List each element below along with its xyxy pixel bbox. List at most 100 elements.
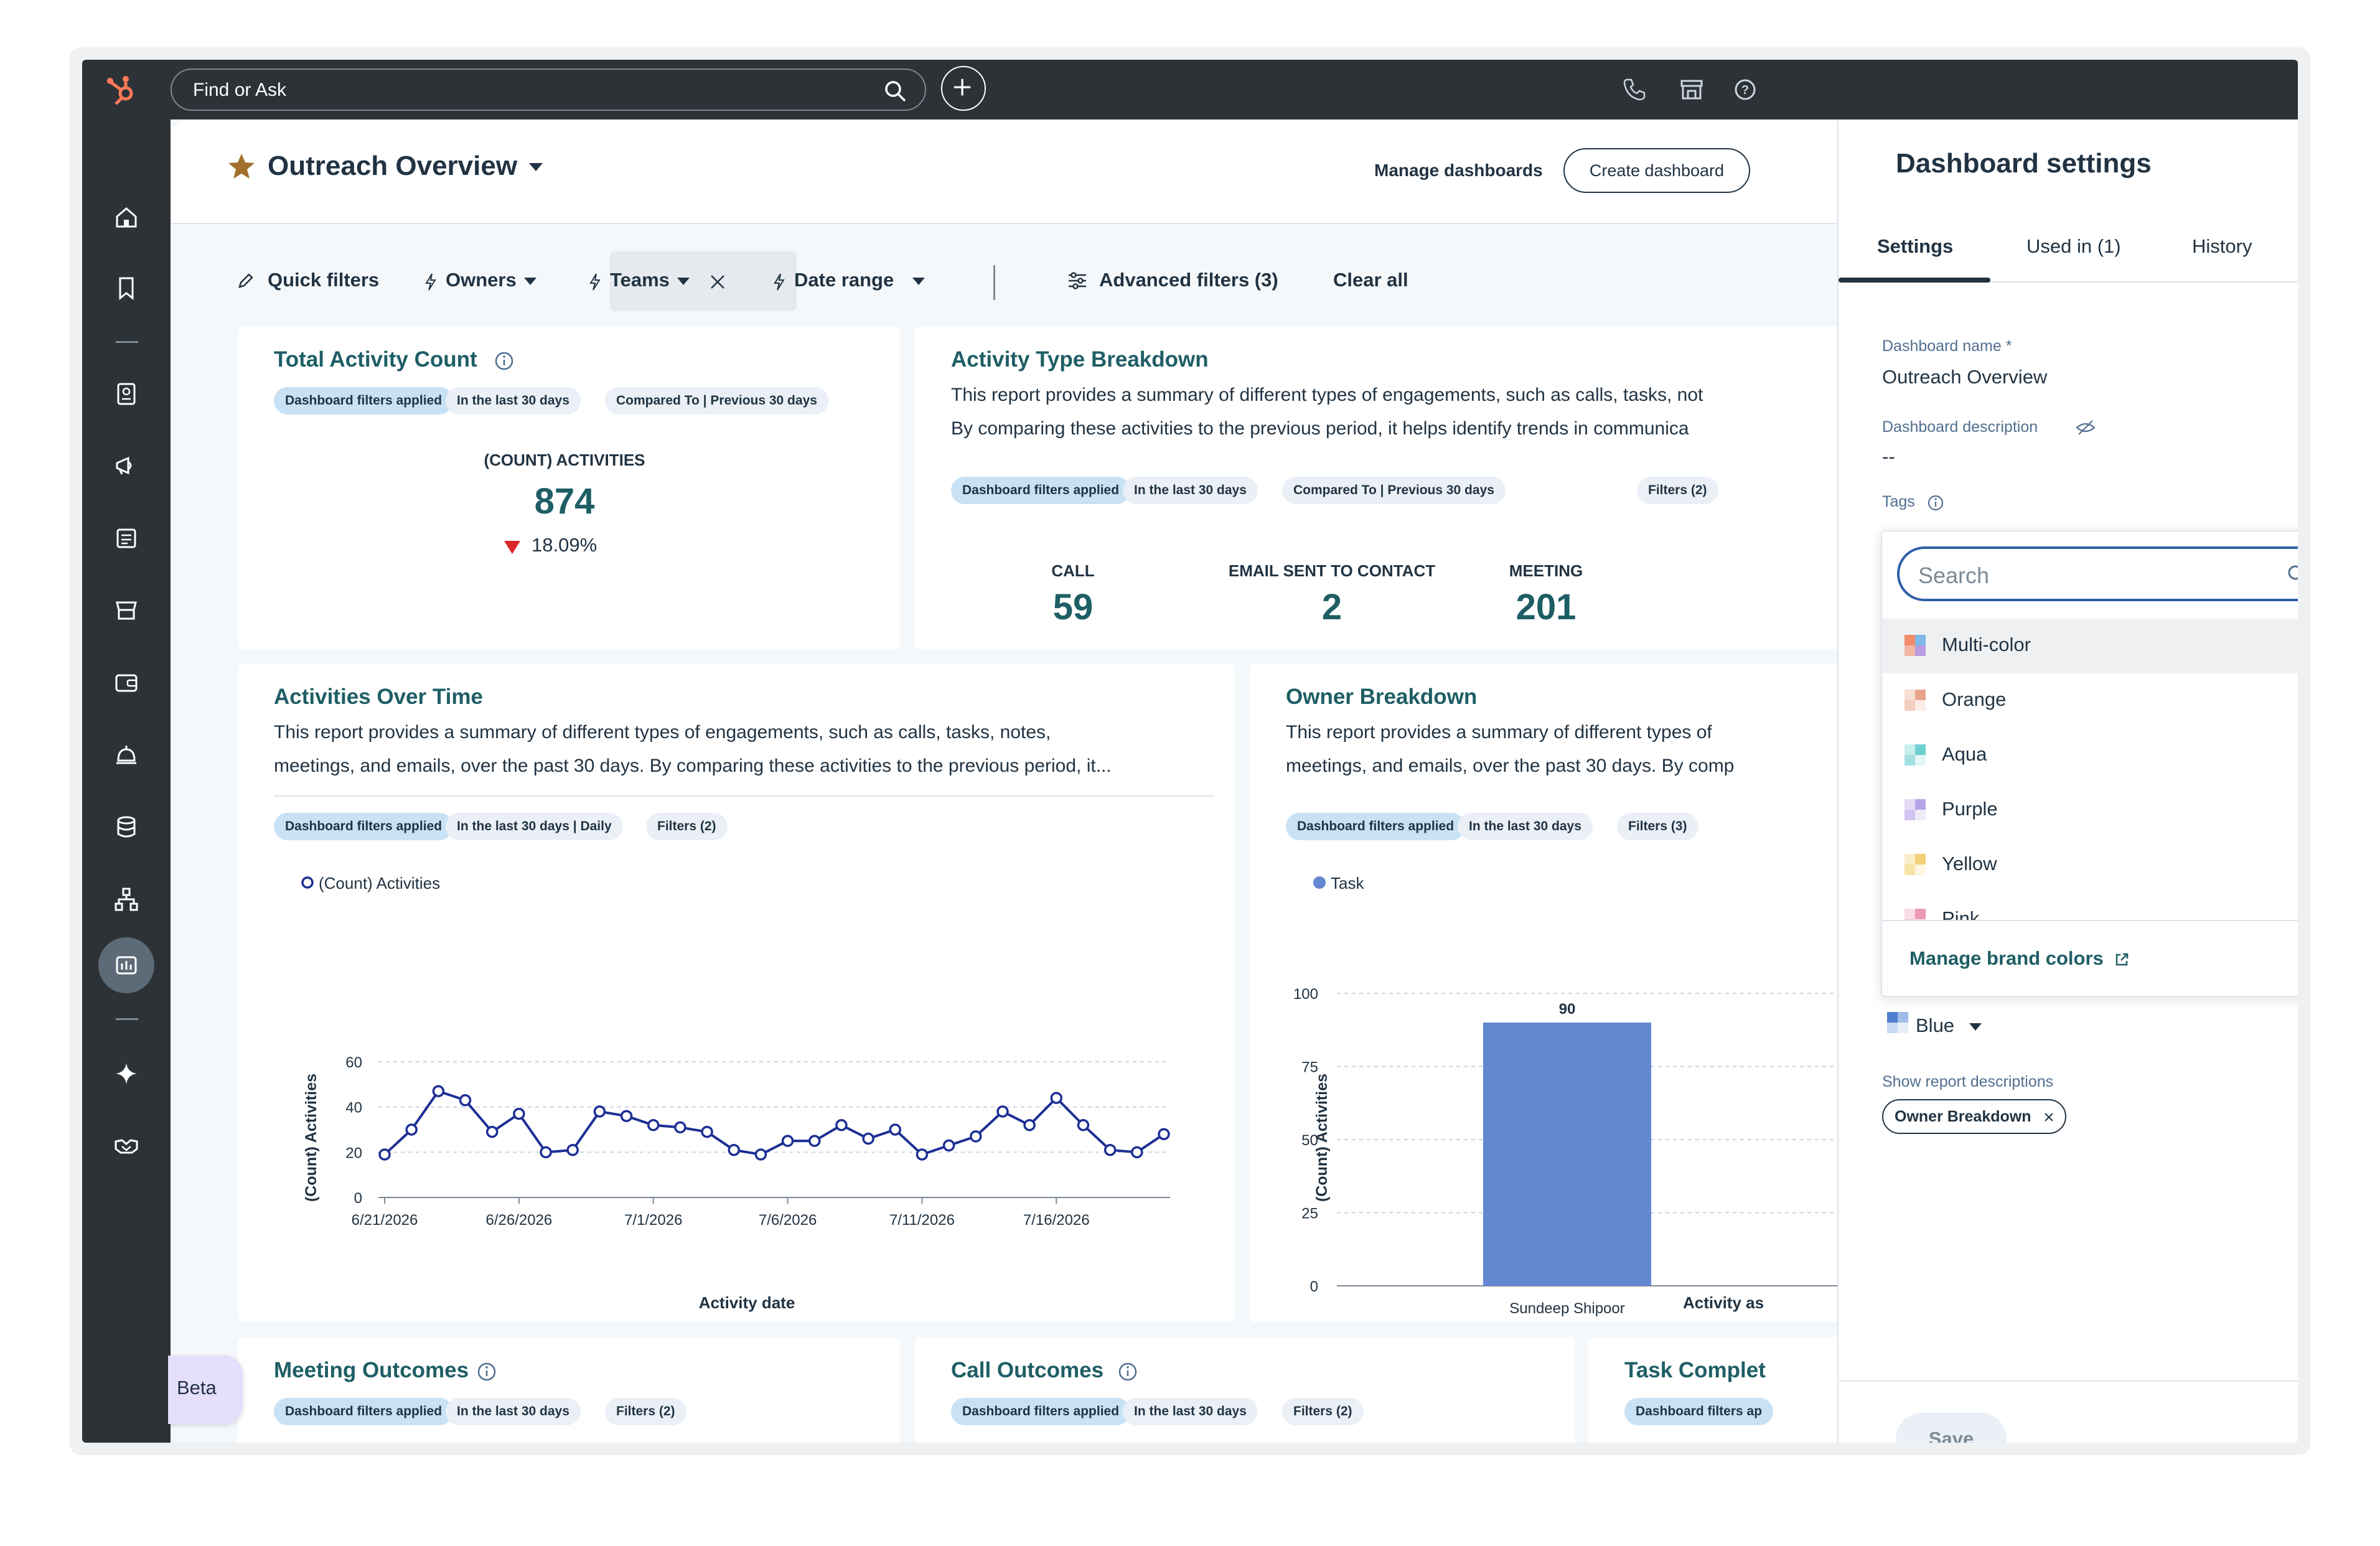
search-icon (885, 81, 906, 101)
filter-pill: In the last 30 days (446, 1398, 581, 1425)
sliders-icon (1069, 272, 1086, 289)
data-point (378, 1148, 391, 1161)
quick-filters-label[interactable]: Quick filters (268, 269, 379, 291)
search-icon (2288, 565, 2298, 580)
create-dashboard-button[interactable]: Create dashboard (1563, 148, 1750, 193)
pink-swatch-icon (1904, 909, 1926, 920)
manage-brand-colors-link[interactable]: Manage brand colors (1909, 947, 2130, 970)
dropdown-option-purple[interactable]: Purple (1882, 783, 2298, 838)
data-point (701, 1125, 713, 1138)
global-search-input[interactable]: Find or Ask (171, 68, 926, 111)
create-button[interactable] (941, 66, 986, 111)
info-icon[interactable] (494, 351, 514, 371)
owners-filter[interactable]: Owners (446, 269, 517, 291)
data-point (996, 1105, 1009, 1118)
card-title[interactable]: Total Activity Count (274, 347, 477, 372)
partner-handshake-icon[interactable] (112, 1131, 141, 1160)
color-theme-dropdown: Search Multi-color Orange Aqua Purple Ye… (1881, 530, 2298, 997)
teams-filter[interactable]: Teams (610, 269, 670, 291)
info-icon[interactable] (1927, 494, 1944, 512)
task-completion-card: Task Complet Dashboard filters ap (1588, 1337, 1850, 1443)
data-point (916, 1148, 929, 1161)
tab-history[interactable]: History (2192, 235, 2252, 258)
help-icon[interactable]: ? (1731, 76, 1759, 103)
dropdown-option-orange[interactable]: Orange (1882, 673, 2298, 728)
card-title[interactable]: Meeting Outcomes (274, 1358, 469, 1383)
favorite-star-icon[interactable] (227, 152, 256, 182)
x-tick-label: 7/1/2026 (624, 1212, 682, 1229)
data-icon[interactable] (112, 813, 141, 841)
dashboard-description-label: Dashboard description (1882, 418, 2038, 436)
dropdown-search-input[interactable]: Search (1897, 546, 2298, 601)
card-title[interactable]: Activity Type Breakdown (951, 347, 1209, 372)
link-label: Manage brand colors (1909, 947, 2104, 969)
marketplace-icon[interactable] (1678, 76, 1705, 103)
tab-settings[interactable]: Settings (1877, 235, 1953, 258)
panel-title: Dashboard settings (1896, 148, 2152, 179)
advanced-filters-button[interactable]: Advanced filters (3) (1099, 269, 1278, 291)
bar (1483, 1023, 1651, 1286)
active-tab-indicator (1839, 278, 1990, 283)
automation-icon[interactable] (112, 885, 141, 914)
data-point (620, 1110, 633, 1122)
option-label: Pink (1942, 907, 1980, 920)
content-icon[interactable] (112, 524, 141, 553)
contacts-icon[interactable] (112, 380, 141, 408)
home-icon[interactable] (112, 203, 141, 232)
dropdown-divider (1882, 920, 2298, 921)
data-point (540, 1146, 552, 1159)
hubspot-logo-icon[interactable] (105, 72, 139, 107)
app-window: Find or Ask ? Outreach Overview Manage d… (82, 60, 2298, 1443)
remove-chip-icon[interactable] (2044, 1112, 2054, 1122)
dropdown-option-yellow[interactable]: Yellow (1882, 838, 2298, 892)
clear-teams-close-icon[interactable] (708, 273, 727, 291)
info-icon[interactable] (477, 1362, 497, 1382)
footer-divider (1839, 1380, 2298, 1382)
dropdown-option-multi-color[interactable]: Multi-color (1882, 619, 2298, 673)
filter-pill: In the last 30 days (446, 387, 581, 415)
filter-pill: Compared To | Previous 30 days (1282, 477, 1506, 504)
dashboard-name-field[interactable]: Outreach Overview (1882, 366, 2047, 388)
owner-breakdown-chip[interactable]: Owner Breakdown (1882, 1099, 2066, 1134)
info-icon[interactable] (1118, 1362, 1138, 1382)
metric-label: MEETING (1509, 561, 1583, 580)
filter-pill: Filters (2) (1282, 1398, 1364, 1425)
data-point (566, 1143, 579, 1156)
filter-pill: Compared To | Previous 30 days (605, 387, 828, 415)
activities-over-time-card: Activities Over Time This report provide… (238, 663, 1235, 1322)
dashboard-description-field[interactable]: -- (1882, 446, 1895, 468)
date-range-filter[interactable]: Date range (794, 269, 894, 291)
card-title[interactable]: Task Complet (1624, 1358, 1766, 1383)
wallet-icon[interactable] (112, 668, 141, 697)
data-point (835, 1118, 848, 1131)
sparkle-ai-icon[interactable] (112, 1059, 141, 1088)
search-placeholder: Search (1918, 563, 1990, 588)
dashboard-title[interactable]: Outreach Overview (268, 151, 517, 182)
color-theme-select[interactable]: Blue (1916, 1014, 1954, 1037)
meeting-outcomes-card: Meeting Outcomes Dashboard filters appli… (238, 1337, 900, 1443)
data-point (1023, 1118, 1036, 1131)
marketing-icon[interactable] (112, 452, 141, 480)
beta-badge[interactable]: Beta (168, 1356, 243, 1424)
x-axis-label: Activity date (699, 1293, 795, 1312)
dropdown-option-aqua[interactable]: Aqua (1882, 728, 2298, 783)
reports-icon[interactable] (112, 951, 141, 980)
bookmark-icon[interactable] (112, 274, 141, 302)
metric-value: 2 (1321, 587, 1342, 627)
dropdown-option-pink[interactable]: Pink (1882, 892, 2298, 920)
tab-used-in[interactable]: Used in (1) (2026, 235, 2121, 258)
lightning-icon (774, 273, 785, 291)
manage-dashboards-link[interactable]: Manage dashboards (1374, 161, 1543, 180)
service-icon[interactable] (112, 741, 141, 769)
metric-value: 201 (1516, 587, 1577, 627)
clear-all-button[interactable]: Clear all (1333, 269, 1408, 291)
hidden-eye-icon[interactable] (2075, 418, 2096, 437)
phone-icon[interactable] (1621, 76, 1648, 103)
filter-pill: Dashboard filters applied (274, 387, 454, 415)
save-button[interactable]: Save (1896, 1413, 2007, 1443)
title-dropdown-caret-icon[interactable] (529, 163, 543, 171)
owners-caret-icon (524, 278, 536, 285)
filter-pill: Dashboard filters applied (951, 1398, 1131, 1425)
card-title[interactable]: Call Outcomes (951, 1358, 1103, 1383)
commerce-icon[interactable] (112, 596, 141, 625)
